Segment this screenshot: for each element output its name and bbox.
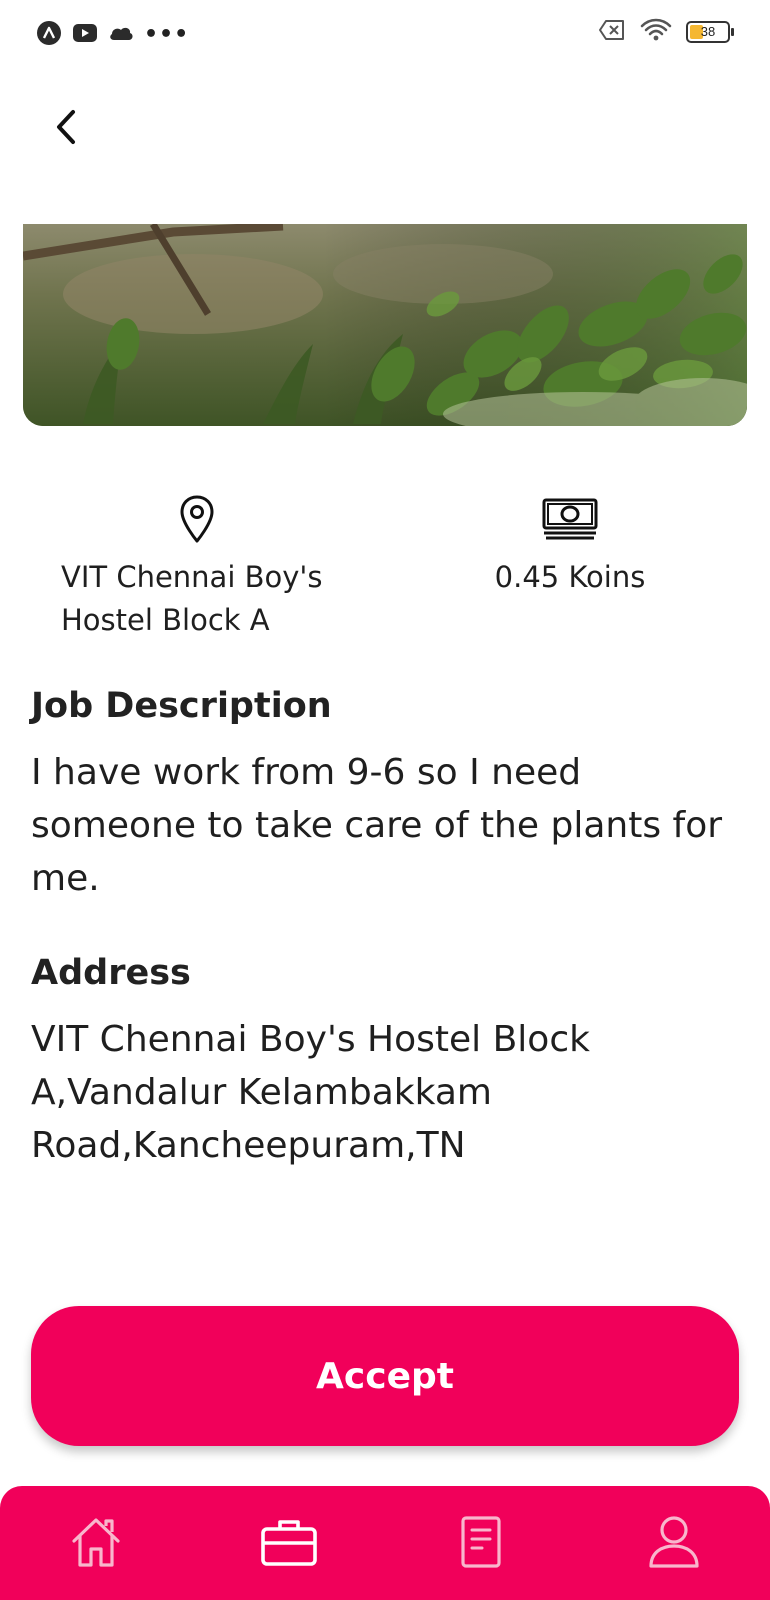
app-icon [36,20,62,50]
briefcase-icon [260,1517,318,1571]
status-bar-left: ••• [36,20,189,50]
nav-jobs[interactable] [257,1512,321,1576]
payment-text: 0.45 Koins [494,560,646,594]
status-overflow-dots: ••• [144,22,190,47]
banknote-icon [542,498,598,546]
address-text: VIT Chennai Boy's Hostel Block A,Vandalu… [31,1019,590,1166]
status-bar-right: 38 [598,18,734,46]
garden-plants-photo [23,224,747,426]
status-bar: ••• 38 [0,0,770,66]
accept-button[interactable]: Accept [31,1306,739,1446]
nav-documents[interactable] [449,1512,513,1576]
nav-profile[interactable] [642,1512,706,1576]
battery-indicator: 38 [686,21,734,43]
user-icon [648,1515,700,1573]
chevron-left-icon [53,109,79,149]
wifi-icon [640,18,672,46]
job-photo [23,224,747,426]
youtube-icon [72,22,98,48]
cloud-icon [108,24,134,46]
map-pin-icon [179,494,215,548]
sim-off-icon [598,19,626,45]
battery-level: 38 [700,24,716,39]
job-description-text: I have work from 9-6 so I need someone t… [31,752,723,899]
address-heading: Address [31,953,191,993]
location-text: VIT Chennai Boy's Hostel Block A [61,560,323,637]
home-icon [68,1515,124,1573]
nav-home[interactable] [64,1512,128,1576]
document-icon [460,1515,502,1573]
job-description-heading: Job Description [31,686,332,726]
bottom-nav [0,1486,770,1600]
back-button[interactable] [46,104,86,154]
